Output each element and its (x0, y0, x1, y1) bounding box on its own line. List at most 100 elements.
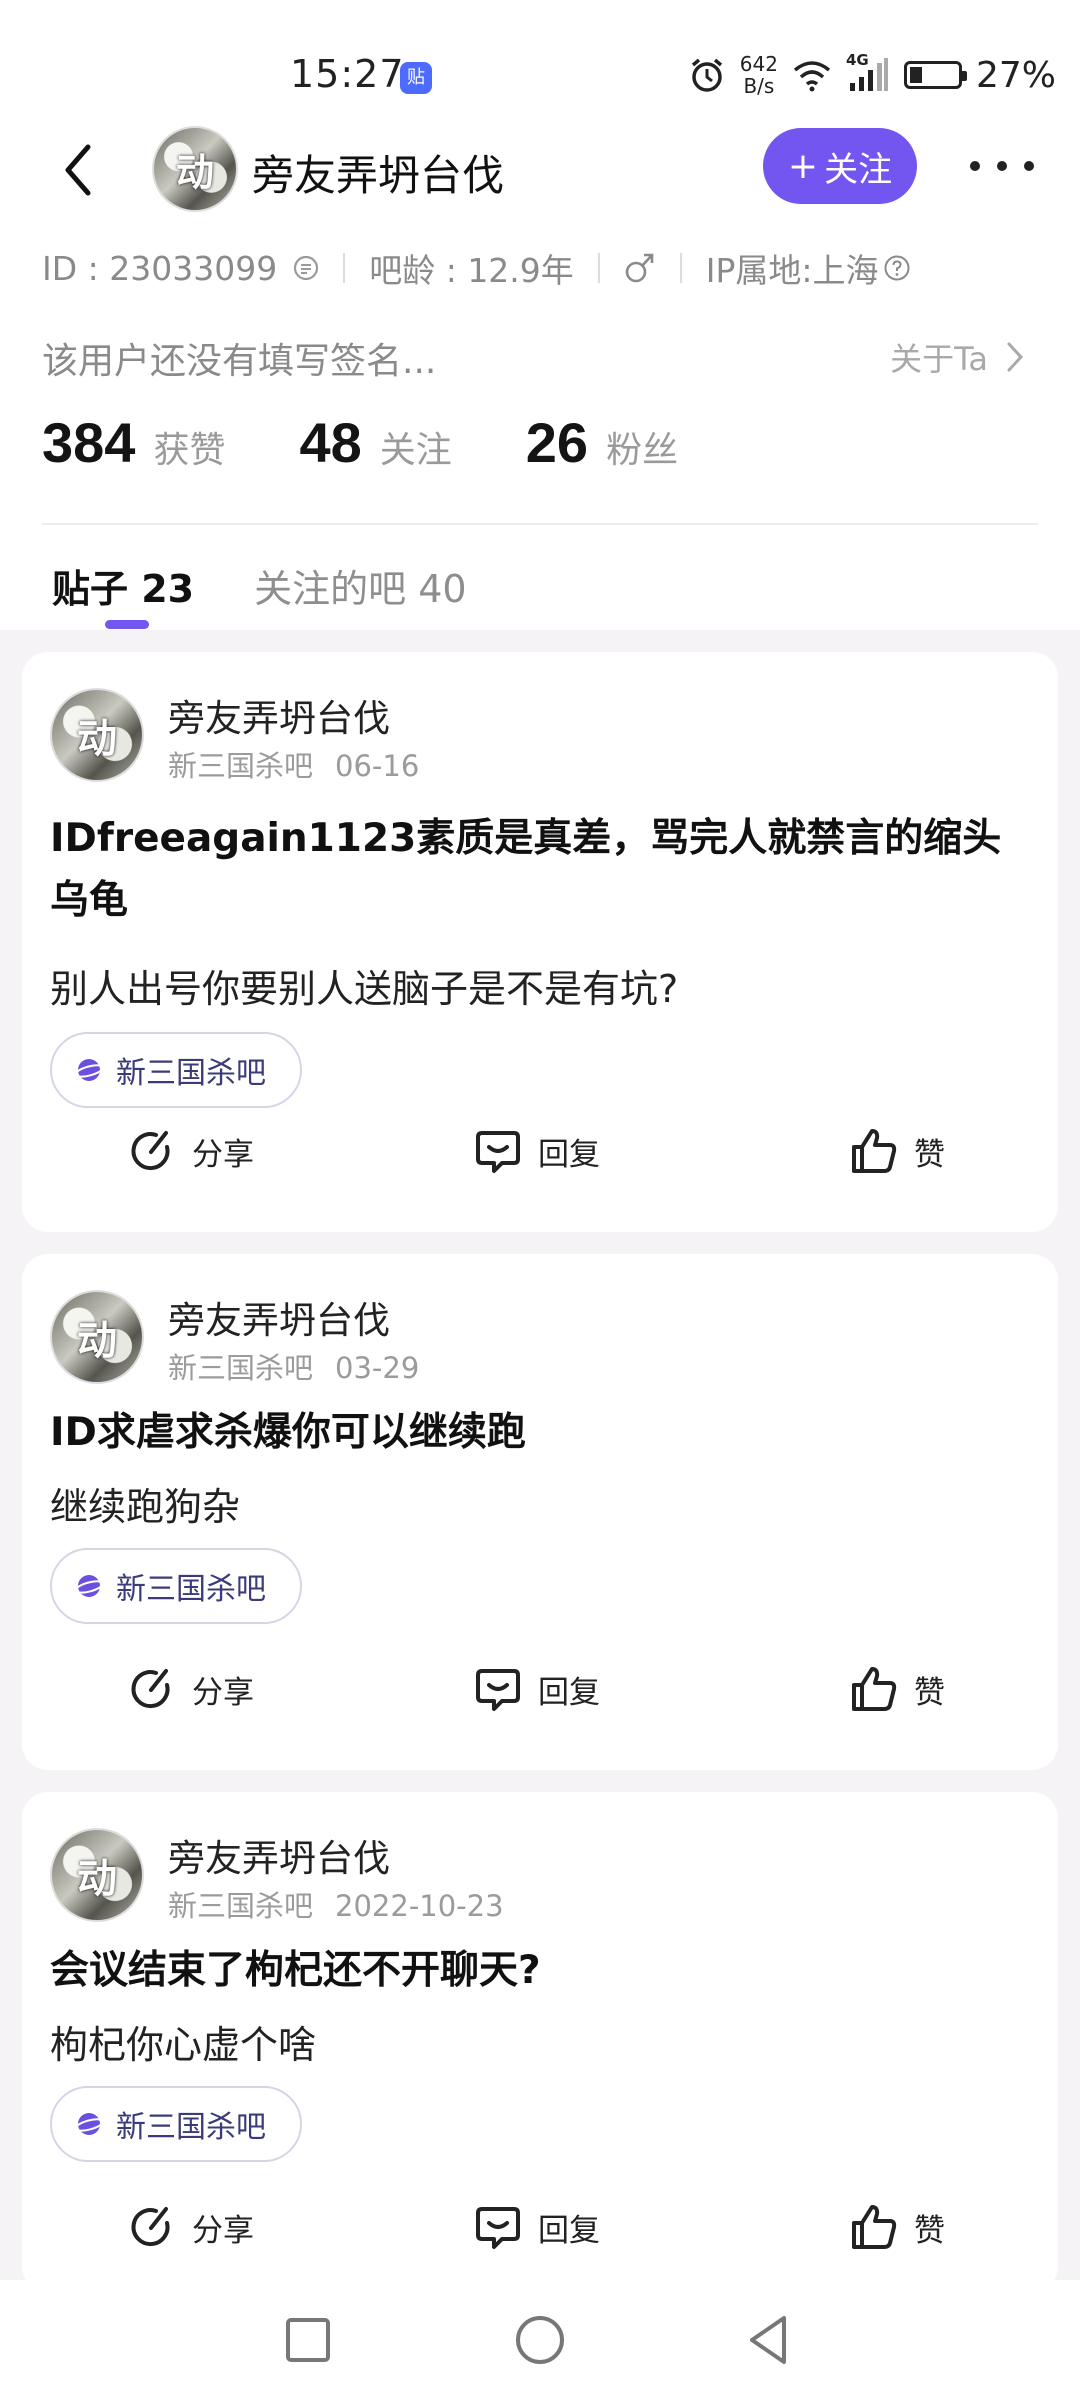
thumbs-up-icon (852, 2205, 897, 2249)
like-button[interactable]: 赞 (848, 2192, 945, 2262)
system-nav-bar (0, 2280, 1080, 2400)
like-label: 赞 (914, 2212, 945, 2249)
stat-following[interactable]: 48 关注 (299, 410, 451, 475)
forum-tag-label: 新三国杀吧 (116, 2110, 266, 2145)
stat-label: 粉丝 (606, 430, 679, 471)
post-date: 2022-10-23 (335, 1889, 504, 1923)
divider (597, 253, 600, 283)
status-indicators: 642 B/s 4G 27% (688, 50, 1056, 100)
follow-label: 关注 (824, 149, 893, 190)
share-label: 分享 (192, 2212, 254, 2249)
post-body[interactable]: 继续跑狗杂 (50, 1476, 240, 1531)
share-label: 分享 (192, 1674, 254, 1711)
user-signature: 该用户还没有填写签名... (42, 341, 437, 382)
planet-icon (74, 2113, 104, 2135)
reply-button[interactable]: 回复 (472, 2192, 600, 2262)
post-title[interactable]: ID求虐求杀爆你可以继续跑 (50, 1402, 1040, 1464)
chevron-right-icon (1007, 342, 1024, 372)
profile-header: 动 旁友弄坍台伐 + 关注 (0, 120, 1080, 220)
post-card[interactable]: 动 旁友弄坍台伐 新三国杀吧 03-29 ID求虐求杀爆你可以继续跑 继续跑狗杂 … (22, 1254, 1058, 1770)
forum-tag[interactable]: 新三国杀吧 (50, 1548, 302, 1624)
post-body[interactable]: 枸杞你心虚个啥 (50, 2014, 316, 2069)
like-button[interactable]: 赞 (848, 1116, 945, 1186)
share-icon (131, 1669, 170, 1709)
forum-tag[interactable]: 新三国杀吧 (50, 1032, 302, 1108)
section-divider (42, 523, 1038, 525)
home-icon[interactable] (510, 2310, 570, 2370)
profile-info-row: ID : 23033099 吧龄 : 12.9年 IP属地:上海 (42, 246, 911, 290)
about-link[interactable]: 关于Ta (890, 334, 1024, 380)
header-avatar[interactable]: 动 (152, 126, 238, 212)
post-author-avatar[interactable]: 动 (50, 1828, 144, 1922)
status-bar: 15:27 贴 642 B/s 4G 27% (0, 0, 1080, 130)
header-username: 旁友弄坍台伐 (252, 151, 505, 200)
post-date: 06-16 (335, 749, 420, 783)
post-actions: 分享 回复 赞 (22, 1654, 1058, 1724)
post-card[interactable]: 动 旁友弄坍台伐 新三国杀吧 2022-10-23 会议结束了枸杞还不开聊天? 枸… (22, 1792, 1058, 2292)
post-forum: 新三国杀吧 (168, 1889, 314, 1923)
reply-label: 回复 (538, 2212, 600, 2249)
stat-value: 26 (525, 411, 589, 474)
comment-icon (476, 1669, 520, 1711)
share-label: 分享 (192, 1136, 254, 1173)
post-actions: 分享 回复 赞 (22, 2192, 1058, 2262)
comment-icon (476, 1131, 520, 1173)
planet-icon (74, 1059, 104, 1081)
thumbs-up-icon (852, 1667, 897, 1711)
back-nav-icon[interactable] (740, 2310, 800, 2370)
recent-apps-icon[interactable] (278, 2310, 338, 2370)
forum-tag-label: 新三国杀吧 (116, 1572, 266, 1607)
share-icon (131, 1131, 170, 1171)
post-meta: 新三国杀吧 06-16 (168, 743, 419, 785)
wifi-icon (793, 61, 831, 92)
avatar-glyph: 动 (175, 150, 214, 195)
tab-posts[interactable]: 贴子 23 (52, 558, 194, 613)
reply-button[interactable]: 回复 (472, 1654, 600, 1724)
app-notification-icon: 贴 (400, 62, 432, 94)
net-speed: 642 B/s (740, 53, 778, 97)
status-time: 15:27 (290, 52, 405, 96)
post-author[interactable]: 旁友弄坍台伐 (168, 1828, 390, 1882)
planet-icon (74, 1575, 104, 1597)
follow-button[interactable]: + 关注 (763, 128, 917, 204)
stat-value: 384 (42, 411, 136, 474)
like-label: 赞 (914, 1136, 945, 1173)
post-author[interactable]: 旁友弄坍台伐 (168, 688, 390, 742)
battery-fill (909, 67, 923, 83)
active-tab-indicator (105, 620, 149, 629)
forum-tag-label: 新三国杀吧 (116, 1056, 266, 1091)
post-card[interactable]: 动 旁友弄坍台伐 新三国杀吧 06-16 IDfreeagain1123素质是真差… (22, 652, 1058, 1232)
stat-fans[interactable]: 26 粉丝 (526, 410, 678, 475)
net-speed-unit: B/s (743, 74, 775, 98)
share-button[interactable]: 分享 (126, 1654, 254, 1724)
back-icon[interactable] (50, 135, 110, 205)
more-options-icon[interactable] (970, 156, 1034, 176)
post-title[interactable]: 会议结束了枸杞还不开聊天? (50, 1940, 1040, 2002)
user-id: ID : 23033099 (42, 248, 278, 288)
follow-plus-icon: + (787, 145, 819, 187)
share-button[interactable]: 分享 (126, 2192, 254, 2262)
like-button[interactable]: 赞 (848, 1654, 945, 1724)
share-button[interactable]: 分享 (126, 1116, 254, 1186)
reply-label: 回复 (538, 1136, 600, 1173)
divider (679, 253, 682, 283)
post-author-avatar[interactable]: 动 (50, 688, 144, 782)
tab-followed-bars[interactable]: 关注的吧 40 (254, 558, 466, 613)
post-author-avatar[interactable]: 动 (50, 1290, 144, 1384)
forum-tag[interactable]: 新三国杀吧 (50, 2086, 302, 2162)
copy-icon[interactable] (293, 255, 319, 281)
stat-likes: 384 获赞 (42, 410, 225, 475)
post-forum: 新三国杀吧 (168, 1351, 314, 1385)
post-body[interactable]: 别人出号你要别人送脑子是不是有坑? (50, 958, 678, 1013)
avatar-glyph: 动 (77, 716, 117, 762)
post-forum: 新三国杀吧 (168, 749, 314, 783)
help-icon[interactable] (883, 254, 911, 282)
thumbs-up-icon (852, 1129, 897, 1173)
post-feed: 动 旁友弄坍台伐 新三国杀吧 06-16 IDfreeagain1123素质是真差… (0, 630, 1080, 2292)
post-title[interactable]: IDfreeagain1123素质是真差，骂完人就禁言的缩头乌龟 (50, 808, 1040, 932)
profile-stats: 384 获赞 48 关注 26 粉丝 (42, 410, 752, 475)
signal-bars-icon (849, 58, 888, 91)
post-date: 03-29 (335, 1351, 420, 1385)
reply-button[interactable]: 回复 (472, 1116, 600, 1186)
post-author[interactable]: 旁友弄坍台伐 (168, 1290, 390, 1344)
